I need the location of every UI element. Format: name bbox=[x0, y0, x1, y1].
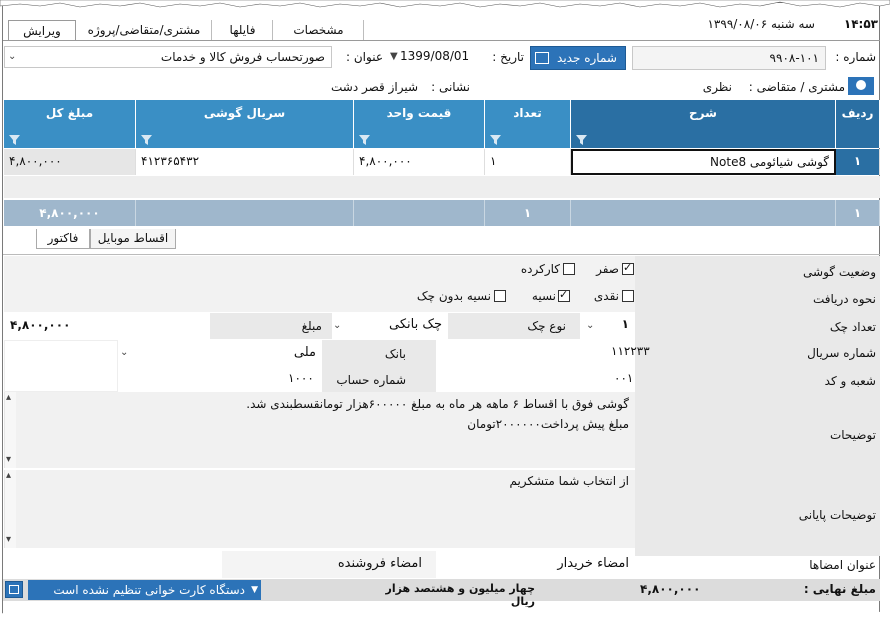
final-notes-label: توضیحات پایانی bbox=[798, 508, 876, 522]
row-serial[interactable]: ۴۱۲۳۶۵۴۳۲ bbox=[136, 149, 354, 175]
filter-icon[interactable] bbox=[490, 135, 501, 145]
bank-dropdown-icon[interactable]: ⌄ bbox=[120, 347, 128, 358]
pay-credit-nocheck-checkbox[interactable] bbox=[494, 290, 506, 302]
row-qty[interactable]: ۱ bbox=[485, 149, 571, 175]
clock-time: ۱۴:۵۳ bbox=[843, 17, 878, 31]
card-reader-status[interactable]: دستگاه کارت خوانی تنظیم نشده است ▼ bbox=[28, 580, 261, 600]
torn-edge-bottom bbox=[0, 607, 890, 633]
notes-label: توضیحات bbox=[829, 428, 876, 442]
notes-field[interactable]: گوشی فوق با اقساط ۶ ماهه هر ماه به مبلغ … bbox=[4, 392, 635, 468]
torn-edge-top bbox=[0, 0, 890, 8]
bank-extra-field bbox=[4, 340, 118, 392]
subtab-installments[interactable]: اقساط موبایل bbox=[90, 229, 176, 249]
final-amount-value: ۴,۸۰۰,۰۰۰ bbox=[640, 582, 701, 596]
calculator-icon[interactable] bbox=[5, 581, 23, 598]
address-value: شیراز قصر دشت bbox=[331, 80, 418, 94]
date-dropdown-icon[interactable]: ▼ bbox=[390, 51, 398, 62]
new-number-button[interactable]: شماره جدید bbox=[530, 46, 626, 70]
status-new-checkbox[interactable] bbox=[622, 261, 634, 275]
tab-customer-project[interactable]: مشتری/متقاضی/پروژه bbox=[77, 20, 212, 40]
check-type-dropdown-icon[interactable]: ⌄ bbox=[333, 320, 341, 331]
subtab-divider bbox=[3, 254, 880, 255]
summary-description bbox=[571, 200, 836, 226]
col-header-qty[interactable]: تعداد bbox=[485, 100, 571, 148]
account-label-box: شماره حساب bbox=[322, 368, 436, 392]
amount-label-box: مبلغ bbox=[210, 313, 332, 339]
serial-label: شماره سریال bbox=[807, 346, 876, 360]
customer-label: مشتری / متقاضی : bbox=[748, 80, 845, 94]
row-unit-price[interactable]: ۴,۸۰۰,۰۰۰ bbox=[354, 149, 485, 175]
payment-label: نحوه دریافت bbox=[812, 292, 876, 306]
final-notes-field[interactable]: از انتخاب شما متشکریم bbox=[4, 470, 635, 548]
new-number-label: شماره جدید bbox=[557, 51, 617, 65]
final-amount-label: مبلغ نهایی : bbox=[803, 582, 876, 596]
branch-field[interactable]: ۰۰۱ bbox=[436, 368, 635, 392]
title-field[interactable]: صورتحساب فروش کالا و خدمات bbox=[4, 46, 332, 68]
tab-files[interactable]: فایلها bbox=[213, 20, 273, 40]
filter-icon[interactable] bbox=[359, 135, 370, 145]
buyer-sign-field[interactable]: امضاء خریدار bbox=[436, 551, 635, 578]
tab-edit[interactable]: ویرایش bbox=[8, 20, 76, 41]
customer-value: نظری bbox=[702, 80, 732, 94]
calculator-icon bbox=[535, 52, 549, 64]
grid-empty-area bbox=[4, 176, 880, 198]
serial-field[interactable]: ۱۱۲۲۳۳ bbox=[436, 340, 650, 368]
row-description[interactable]: گوشی شیائومی Note8 bbox=[571, 149, 836, 175]
col-header-unit-price[interactable]: قیمت واحد bbox=[354, 100, 485, 148]
tab-specs[interactable]: مشخصات bbox=[274, 20, 364, 40]
check-count-label: تعداد چک bbox=[829, 320, 876, 334]
col-header-total[interactable]: مبلغ کل bbox=[4, 100, 136, 148]
filter-icon[interactable] bbox=[576, 135, 587, 145]
customer-icon[interactable] bbox=[848, 77, 874, 95]
number-field[interactable]: ۹۹۰۸-۱۰۱ bbox=[632, 46, 826, 70]
card-reader-dropdown-icon[interactable]: ▼ bbox=[251, 580, 258, 600]
bank-field[interactable]: ملی bbox=[132, 340, 322, 368]
check-type-field[interactable]: چک بانکی ⌄ bbox=[333, 313, 448, 339]
summary-serial bbox=[136, 200, 354, 226]
summary-qty: ۱ bbox=[485, 200, 571, 226]
day-date: سه شنبه ۱۳۹۹/۰۸/۰۶ bbox=[707, 17, 815, 31]
date-field[interactable]: 1399/08/01 bbox=[400, 49, 480, 63]
subtab-invoice[interactable]: فاکتور bbox=[36, 229, 90, 249]
summary-index: ۱ bbox=[836, 200, 880, 226]
col-header-index[interactable]: ردیف bbox=[836, 100, 880, 148]
title-dropdown-icon[interactable]: ⌄ bbox=[8, 51, 16, 62]
phone-status-label: وضعیت گوشی bbox=[803, 265, 876, 279]
signatures-label: عنوان امضاها bbox=[809, 558, 876, 572]
check-count-field[interactable]: ۱ ⌄ bbox=[580, 313, 635, 339]
address-label: نشانی : bbox=[431, 80, 470, 94]
status-used-label: کارکرده bbox=[520, 262, 560, 276]
status-used-checkbox[interactable] bbox=[563, 263, 575, 275]
pay-credit-nocheck-label: نسیه بدون چک bbox=[416, 289, 491, 303]
filter-icon[interactable] bbox=[141, 135, 152, 145]
check-count-dropdown-icon[interactable]: ⌄ bbox=[586, 320, 594, 331]
filter-icon[interactable] bbox=[9, 135, 20, 145]
account-field[interactable]: ۱۰۰۰ bbox=[132, 368, 322, 392]
col-header-description[interactable]: شرح bbox=[571, 100, 836, 148]
summary-unit-price bbox=[354, 200, 485, 226]
status-new-label: صفر bbox=[596, 262, 619, 276]
row-index[interactable]: ۱ bbox=[836, 149, 880, 175]
final-notes-scrollbar[interactable]: ▴ ▾ bbox=[4, 470, 16, 548]
amount-field[interactable]: ۴,۸۰۰,۰۰۰ bbox=[4, 313, 210, 339]
check-type-label-box: نوع چک bbox=[448, 313, 580, 339]
seller-sign-field[interactable]: امضاء فروشنده bbox=[222, 551, 436, 578]
pay-credit-label: نسیه bbox=[531, 289, 556, 303]
pay-credit-checkbox[interactable] bbox=[558, 288, 570, 302]
col-header-serial[interactable]: سریال گوشی bbox=[136, 100, 354, 148]
summary-total: ۴,۸۰۰,۰۰۰ bbox=[4, 200, 136, 226]
tab-divider bbox=[3, 40, 880, 41]
notes-scrollbar[interactable]: ▴ ▾ bbox=[4, 392, 16, 468]
row-total[interactable]: ۴,۸۰۰,۰۰۰ bbox=[4, 149, 136, 175]
branch-label: شعبه و کد bbox=[824, 374, 876, 388]
pay-cash-label: نقدی bbox=[593, 289, 619, 303]
title-label: عنوان : bbox=[346, 50, 383, 64]
date-label: تاریخ : bbox=[492, 50, 524, 64]
pay-cash-checkbox[interactable] bbox=[622, 290, 634, 302]
number-label: شماره : bbox=[835, 50, 876, 64]
bank-label-box: بانک bbox=[322, 340, 436, 368]
